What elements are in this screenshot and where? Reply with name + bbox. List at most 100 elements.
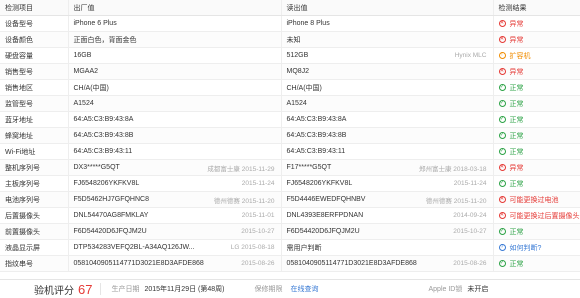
read-value: F5D4446EWEDFQHNBV xyxy=(286,196,366,203)
read-value-cell: MQ8J2 xyxy=(281,63,494,80)
table-row: 硬盘容量 16GB 512GB Hynix MLC! 扩容机 xyxy=(0,47,580,64)
result-cell: ✓ 正常 xyxy=(493,127,580,144)
table-row: 指纹串号 0581040905114771D3021E8D3AFDE868 2015… xyxy=(0,255,580,272)
factory-meta: 2015-11-01 xyxy=(241,212,275,219)
result-cell: ✓ 正常 xyxy=(493,79,580,96)
read-value: DNL4393E8ERFPDNAN xyxy=(286,212,364,219)
read-value: iPhone 8 Plus xyxy=(286,20,330,27)
factory-meta: 成都富士康 2015-11-29 xyxy=(207,165,275,173)
read-meta: 郑州富士康 2018-03-18 xyxy=(418,165,487,173)
factory-value-cell: iPhone 6 Plus xyxy=(68,15,282,32)
read-value: F6D54420D6JFQJM2U xyxy=(286,228,360,235)
read-meta: Hynix MLC xyxy=(454,52,487,59)
warranty-label: 保修期限 xyxy=(254,286,283,293)
result-text: 扩容机 xyxy=(509,52,531,60)
factory-value: F5D5462HJ7GFQHNC8 xyxy=(73,196,149,203)
item-label: Wi-Fi地址 xyxy=(0,143,69,160)
x-circle-icon: ✕ xyxy=(498,196,506,203)
result-text: 异常 xyxy=(509,68,524,76)
result-text: 异常 xyxy=(509,164,524,172)
read-value: 未知 xyxy=(286,36,301,44)
item-label: 销售型号 xyxy=(0,63,69,80)
header-read: 读出值 xyxy=(281,0,494,16)
check-circle-icon: ✓ xyxy=(498,260,506,267)
table-row: 蓝牙地址 64:A5:C3:B9:43:8A 64:A5:C3:B9:43:8A ✓ 正… xyxy=(0,111,580,128)
read-meta: 2014-09-24 xyxy=(453,212,487,219)
result-text: 正常 xyxy=(509,132,524,140)
factory-value: 16GB xyxy=(73,52,92,59)
factory-value: DTP534283VEFQ2BL-A34AQ126JW... xyxy=(73,244,195,251)
table-row: 设备型号 iPhone 6 Plus iPhone 8 Plus ✕ 异常 xyxy=(0,15,580,32)
result-cell: ✕ 可能更换过电池 xyxy=(493,191,580,208)
read-meta: 2015-10-27 xyxy=(453,228,487,235)
read-meta: 2015-11-24 xyxy=(453,180,487,187)
warranty-online-query-link[interactable]: 在线查询 xyxy=(291,284,319,294)
factory-value: 64:A5:C3:B9:43:8B xyxy=(73,132,134,139)
apple-id-lock-value: 未开启 xyxy=(467,286,489,293)
read-meta: 2015-08-26 xyxy=(453,260,487,267)
factory-value-cell: FJ6548206YKFKV8L 2015-11-24 xyxy=(68,175,282,192)
table-body: 设备型号 iPhone 6 Plus iPhone 8 Plus ✕ 异常 设备颜色 正面白… xyxy=(0,15,580,272)
result-cell: ✕ 异常 xyxy=(493,15,580,32)
x-circle-icon: ✕ xyxy=(498,36,506,43)
result-text: 正常 xyxy=(509,116,524,124)
factory-value: CH/A(中国) xyxy=(73,84,109,92)
read-value-cell: 未知 xyxy=(281,31,494,48)
table-row: 整机序列号 DX3*****G5QT 成都富士康 2015-11-29 F17****… xyxy=(0,159,580,176)
read-value-cell: DNL4393E8ERFPDNAN 2014-09-24 xyxy=(281,207,494,224)
factory-value-cell: 64:A5:C3:B9:43:8B xyxy=(68,127,282,144)
factory-value-cell: F6D54420D6JFQJM2U 2015-10-27 xyxy=(68,223,282,240)
factory-value-cell: 正面白色，背面金色 xyxy=(68,31,282,48)
x-circle-icon: ✕ xyxy=(498,212,506,219)
result-text: 正常 xyxy=(509,180,524,188)
factory-value: 0581040905114771D3021E8D3AFDE868 xyxy=(73,260,204,267)
read-meta: 德州德赛 2015-11-20 xyxy=(425,197,487,205)
table-header: 检测项目 出厂值 读出值 检测结果 xyxy=(0,0,580,16)
factory-value: MGAA2 xyxy=(73,68,99,75)
item-label: 前置摄像头 xyxy=(0,223,69,240)
table-row: 前置摄像头 F6D54420D6JFQJM2U 2015-10-27 F6D54420… xyxy=(0,223,580,240)
read-value-cell: F17*****G5QT 郑州富士康 2018-03-18 xyxy=(281,159,494,176)
read-value-cell: 64:A5:C3:B9:43:8B xyxy=(281,127,494,144)
factory-value: A1524 xyxy=(73,100,94,107)
factory-value-cell: 0581040905114771D3021E8D3AFDE868 2015-08-… xyxy=(68,255,282,272)
result-text: 正常 xyxy=(509,84,524,92)
factory-value: DNL54470AG8FMKLAY xyxy=(73,212,149,219)
read-value-cell: CH/A(中国) xyxy=(281,79,494,96)
result-cell: ✓ 正常 xyxy=(493,111,580,128)
read-value: 需用户判断 xyxy=(286,244,322,252)
read-value-cell: 64:A5:C3:B9:43:8A xyxy=(281,111,494,128)
read-value-cell: 64:A5:C3:B9:43:11 xyxy=(281,143,494,160)
footer-bar: 验机评分 67 生产日期 2015年11月29日 (第48周) 保修期限 在线查… xyxy=(0,279,580,298)
read-value-cell: FJ6548206YKFKV8L 2015-11-24 xyxy=(281,175,494,192)
score-label: 验机评分 xyxy=(34,285,74,297)
table-row: Wi-Fi地址 64:A5:C3:B9:43:11 64:A5:C3:B9:43:1… xyxy=(0,143,580,160)
result-cell[interactable]: ? 如何判断? xyxy=(493,239,580,256)
result-cell: ✓ 正常 xyxy=(493,143,580,160)
read-value: 64:A5:C3:B9:43:8A xyxy=(286,116,347,123)
result-cell: ✓ 正常 xyxy=(493,255,580,272)
x-circle-icon: ✕ xyxy=(498,164,506,171)
read-value: 64:A5:C3:B9:43:8B xyxy=(286,132,347,139)
read-value-cell: 512GB Hynix MLC xyxy=(281,47,494,64)
table-row: 销售地区 CH/A(中国) CH/A(中国) ✓ 正常 xyxy=(0,79,580,96)
read-value-cell: A1524 xyxy=(281,95,494,112)
inspection-table: 检测项目 出厂值 读出值 检测结果 设备型号 iPhone 6 Plus iPhon… xyxy=(0,0,580,272)
check-circle-icon: ✓ xyxy=(498,84,506,91)
item-label: 硬盘容量 xyxy=(0,47,69,64)
read-value: FJ6548206YKFKV8L xyxy=(286,180,353,187)
factory-value-cell: DX3*****G5QT 成都富士康 2015-11-29 xyxy=(68,159,282,176)
result-cell: ✕ 可能更换过后置摄像头 xyxy=(493,207,580,224)
result-text: 异常 xyxy=(509,36,524,44)
factory-value-cell: F5D5462HJ7GFQHNC8 德州德赛 2015-11-20 xyxy=(68,191,282,208)
table-row: 蜂窝地址 64:A5:C3:B9:43:8B 64:A5:C3:B9:43:8B ✓ 正… xyxy=(0,127,580,144)
read-value: F17*****G5QT xyxy=(286,164,332,171)
item-label: 指纹串号 xyxy=(0,255,69,272)
result-text[interactable]: 如何判断? xyxy=(510,243,542,253)
factory-value-cell: 64:A5:C3:B9:43:8A xyxy=(68,111,282,128)
result-cell: ✕ 异常 xyxy=(493,159,580,176)
item-label: 主板序列号 xyxy=(0,175,69,192)
item-label: 后置摄像头 xyxy=(0,207,69,224)
header-factory: 出厂值 xyxy=(68,0,282,16)
header-item: 检测项目 xyxy=(0,0,69,16)
